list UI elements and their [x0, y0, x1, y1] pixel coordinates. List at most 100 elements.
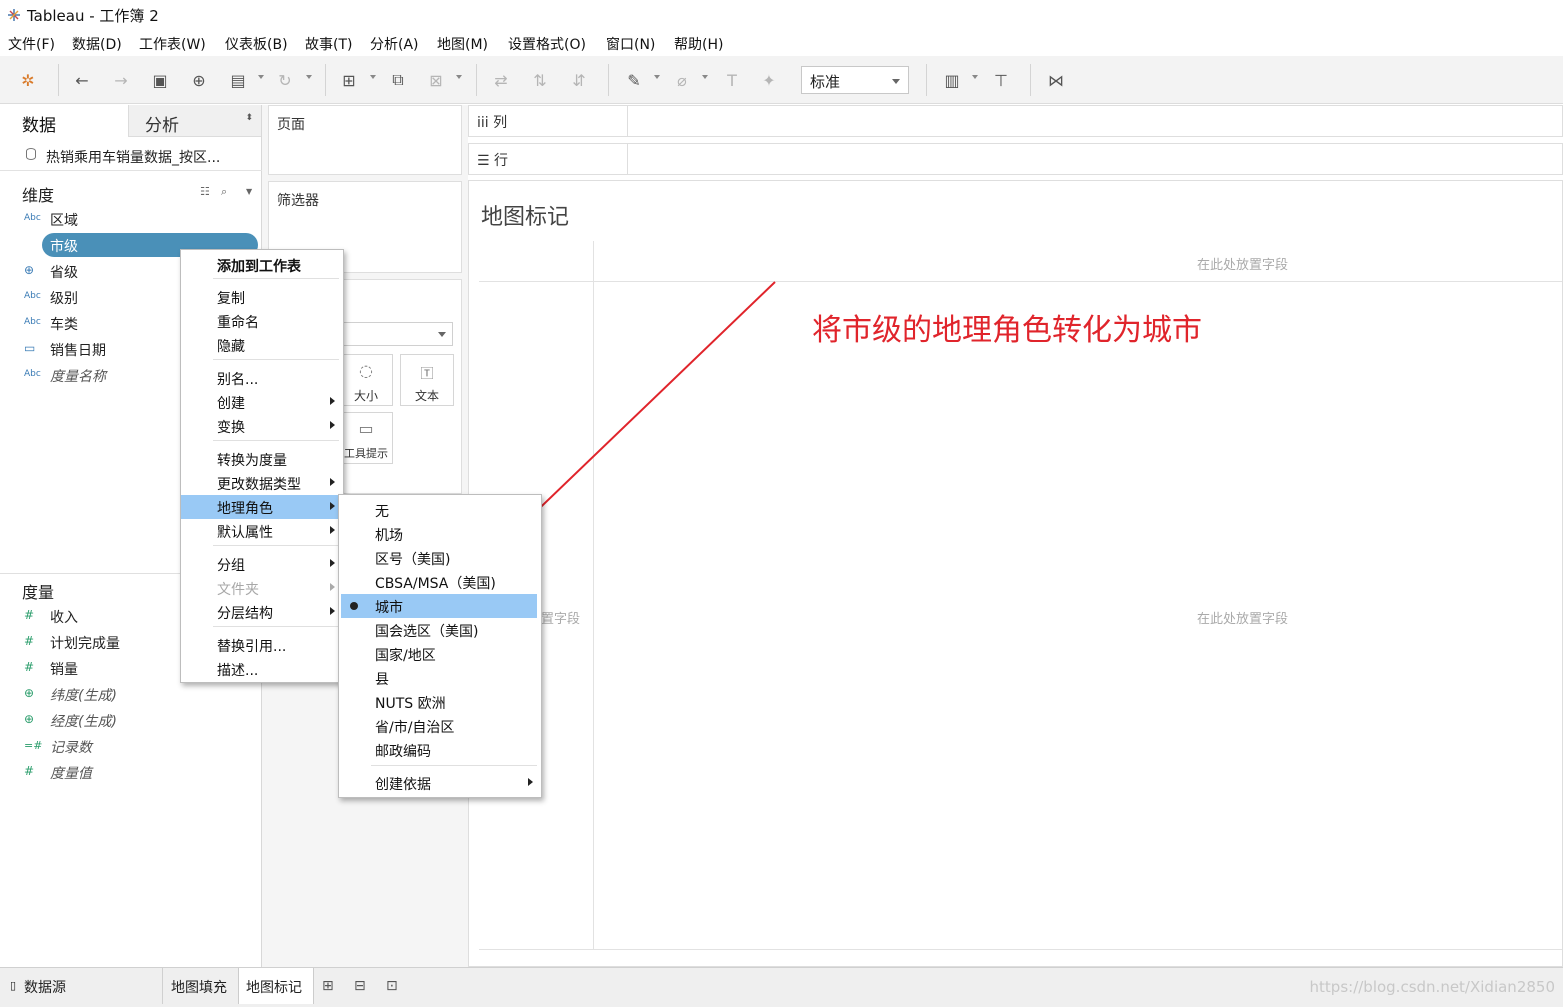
geo-role-city[interactable]: 城市	[341, 594, 537, 618]
menu-format[interactable]: 设置格式(O)	[508, 34, 586, 54]
geo-role-none[interactable]: 无	[339, 498, 541, 522]
menu-window[interactable]: 窗口(N)	[606, 34, 655, 54]
ctx-create[interactable]: 创建	[181, 390, 343, 414]
geo-role-area-code[interactable]: 区号（美国)	[339, 546, 541, 570]
menu-item-label: 国家/地区	[375, 648, 436, 664]
ctx-add-to-sheet[interactable]: 添加到工作表	[181, 253, 343, 277]
sheet-tab-active[interactable]: 地图标记	[238, 968, 314, 1004]
menu-item-label: 默认属性	[217, 525, 273, 541]
menu-story[interactable]: 故事(T)	[305, 34, 352, 54]
fit-select[interactable]: 标准	[801, 66, 909, 94]
new-dashboard-icon[interactable]: ⊟	[354, 978, 366, 994]
ctx-hide[interactable]: 隐藏	[181, 333, 343, 357]
clear-sheet-icon[interactable]: ⊠	[426, 70, 446, 90]
columns-shelf[interactable]: iii 列	[468, 105, 1563, 137]
geo-role-zip[interactable]: 邮政编码	[339, 738, 541, 762]
pages-title: 页面	[277, 117, 305, 133]
group-members-icon[interactable]: ⌀	[672, 70, 692, 90]
ctx-group[interactable]: 分组	[181, 552, 343, 576]
show-mark-labels-icon[interactable]: T	[722, 70, 742, 90]
sheet-tab[interactable]: 地图填充	[162, 968, 238, 1004]
drop-field-hint-body[interactable]: 在此处放置字段	[1197, 608, 1288, 627]
text-mark-button[interactable]: 🅃 文本	[400, 354, 454, 406]
ctx-transform[interactable]: 变换	[181, 414, 343, 438]
chevron-down-icon[interactable]	[654, 75, 660, 79]
pages-card[interactable]: 页面	[268, 105, 462, 175]
geo-role-state[interactable]: 省/市/自治区	[339, 714, 541, 738]
ctx-convert-to-measure[interactable]: 转换为度量	[181, 447, 343, 471]
fix-axes-icon[interactable]: ✦	[759, 70, 779, 90]
geo-role-cbsa[interactable]: CBSA/MSA（美国)	[339, 570, 541, 594]
menu-analysis[interactable]: 分析(A)	[370, 34, 419, 54]
menu-worksheet[interactable]: 工作表(W)	[139, 34, 206, 54]
highlight-icon[interactable]: ✎	[624, 70, 644, 90]
refresh-icon[interactable]: ↻	[275, 70, 295, 90]
field-record-count[interactable]: =# 记录数	[0, 734, 262, 760]
chevron-down-icon[interactable]: ▼	[246, 187, 252, 196]
tab-analysis[interactable]: 分析 ⬍	[128, 105, 261, 137]
list-view-icon[interactable]: ☷	[200, 185, 210, 198]
ctx-geographic-role[interactable]: 地理角色	[181, 495, 343, 519]
tab-data[interactable]: 数据	[0, 105, 128, 137]
drop-field-hint-columns[interactable]: 在此处放置字段	[1197, 254, 1288, 273]
undo-icon[interactable]: ←	[72, 70, 92, 90]
sort-ascending-icon[interactable]: ⇅	[530, 70, 550, 90]
submenu-arrow-icon	[330, 559, 335, 567]
tableau-home-icon[interactable]: ✲	[18, 70, 38, 90]
ctx-aliases[interactable]: 别名...	[181, 366, 343, 390]
chevron-down-icon[interactable]	[258, 75, 264, 79]
ctx-folder[interactable]: 文件夹	[181, 576, 343, 600]
duplicate-sheet-icon[interactable]: ⧉	[388, 70, 408, 90]
sort-descending-icon[interactable]: ⇵	[569, 70, 589, 90]
field-region[interactable]: Abc 区域	[0, 207, 262, 233]
ctx-describe[interactable]: 描述...	[181, 657, 343, 681]
share-icon[interactable]: ⋈	[1046, 70, 1066, 90]
pause-updates-icon[interactable]: ▤	[228, 70, 248, 90]
rows-shelf[interactable]: ☰ 行	[468, 143, 1563, 175]
tooltip-mark-button[interactable]: ▭ 工具提示	[339, 412, 393, 464]
datasource-tab[interactable]: ▯ 数据源	[0, 968, 160, 1004]
new-worksheet-icon[interactable]: ⊞	[322, 978, 334, 994]
ctx-copy[interactable]: 复制	[181, 285, 343, 309]
size-mark-button[interactable]: ◌ 大小	[339, 354, 393, 406]
geo-role-create-from[interactable]: 创建依据	[339, 771, 541, 795]
geo-role-country[interactable]: 国家/地区	[339, 642, 541, 666]
geo-role-congressional-district[interactable]: 国会选区（美国)	[339, 618, 541, 642]
ctx-hierarchy[interactable]: 分层结构	[181, 600, 343, 624]
chevron-down-icon[interactable]	[702, 75, 708, 79]
new-worksheet-icon[interactable]: ⊞	[339, 70, 359, 90]
ctx-default-properties[interactable]: 默认属性	[181, 519, 343, 543]
chevron-down-icon[interactable]	[456, 75, 462, 79]
menu-data[interactable]: 数据(D)	[72, 34, 122, 54]
field-measure-values[interactable]: # 度量值	[0, 760, 262, 786]
menu-map[interactable]: 地图(M)	[437, 34, 488, 54]
presentation-mode-icon[interactable]: ⊤	[991, 70, 1011, 90]
show-cards-icon[interactable]: ▥	[942, 70, 962, 90]
field-label: 度量名称	[50, 369, 106, 385]
field-longitude[interactable]: ⊕ 经度(生成)	[0, 708, 262, 734]
new-story-icon[interactable]: ⊡	[386, 978, 398, 994]
chevron-down-icon[interactable]	[370, 75, 376, 79]
swap-rows-columns-icon[interactable]: ⇄	[491, 70, 511, 90]
drop-field-hint-rows[interactable]: 置字段	[541, 608, 580, 627]
toolbar-separator	[1030, 64, 1031, 96]
datasource-item[interactable]: 热销乘用车销量数据_按区...	[0, 141, 262, 171]
geo-role-nuts[interactable]: NUTS 欧洲	[339, 690, 541, 714]
menu-help[interactable]: 帮助(H)	[674, 34, 723, 54]
ctx-change-data-type[interactable]: 更改数据类型	[181, 471, 343, 495]
chevron-down-icon[interactable]	[306, 75, 312, 79]
menu-item-label: 添加到工作表	[217, 259, 301, 275]
geo-role-airport[interactable]: 机场	[339, 522, 541, 546]
ctx-replace-references[interactable]: 替换引用...	[181, 633, 343, 657]
search-icon[interactable]: ⌕	[221, 185, 227, 199]
new-datasource-icon[interactable]: ⊕	[189, 70, 209, 90]
geo-role-county[interactable]: 县	[339, 666, 541, 690]
field-latitude[interactable]: ⊕ 纬度(生成)	[0, 682, 262, 708]
mark-type-select[interactable]	[341, 322, 453, 346]
chevron-down-icon[interactable]	[972, 75, 978, 79]
menu-dashboard[interactable]: 仪表板(B)	[225, 34, 288, 54]
ctx-rename[interactable]: 重命名	[181, 309, 343, 333]
redo-icon[interactable]: →	[111, 70, 131, 90]
menu-file[interactable]: 文件(F)	[8, 34, 55, 54]
save-icon[interactable]: ▣	[150, 70, 170, 90]
